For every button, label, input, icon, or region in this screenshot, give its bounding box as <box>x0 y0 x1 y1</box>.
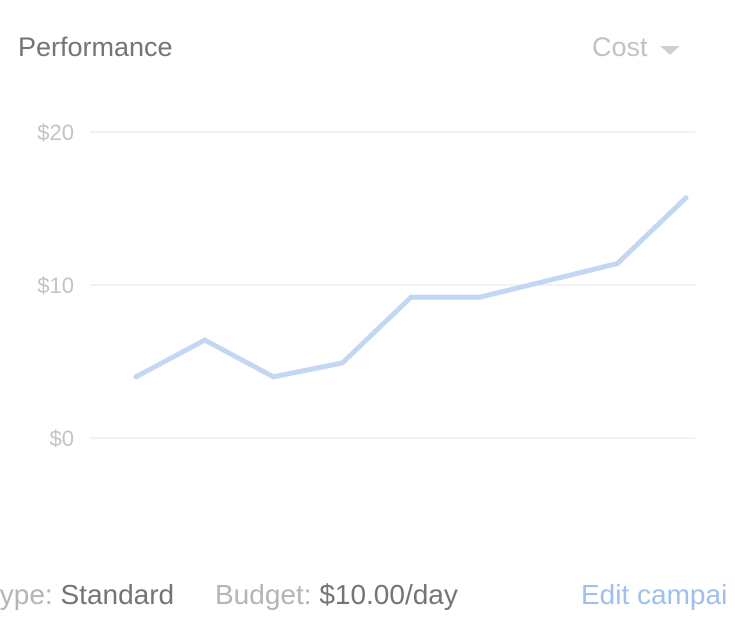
campaign-type-value: Standard <box>60 579 175 610</box>
campaign-budget: Budget: $10.00/day <box>215 575 458 615</box>
edit-campaign-link[interactable]: Edit campai <box>581 575 727 615</box>
data-point <box>477 294 483 300</box>
data-point <box>683 195 689 201</box>
data-point <box>339 360 345 366</box>
data-point <box>408 294 414 300</box>
dropdown-caret-icon <box>659 45 680 55</box>
performance-card: Performance Cost $0 $10 $20 type: Standard… <box>0 0 735 640</box>
campaign-type-label: type: <box>0 579 53 610</box>
data-point <box>546 277 551 283</box>
campaign-footer: type: Standard Budget: $10.00/day Edit c… <box>0 575 735 619</box>
data-point <box>133 374 139 380</box>
y-tick-label: $20 <box>37 120 74 145</box>
page-title: Performance <box>18 32 173 62</box>
campaign-budget-value: $10.00/day <box>319 579 458 610</box>
data-point <box>614 261 620 267</box>
metric-dropdown[interactable]: Cost <box>592 30 680 64</box>
data-point <box>271 374 276 380</box>
data-point <box>202 337 208 343</box>
series-line <box>133 195 689 380</box>
performance-chart: $0 $10 $20 <box>0 100 735 480</box>
metric-dropdown-value: Cost <box>592 32 648 62</box>
y-tick-label: $10 <box>37 273 74 298</box>
chart-svg: $0 $10 $20 <box>37 120 695 451</box>
campaign-budget-label: Budget: <box>215 579 312 610</box>
y-tick-label: $0 <box>50 426 74 451</box>
campaign-type: type: Standard <box>0 575 174 615</box>
